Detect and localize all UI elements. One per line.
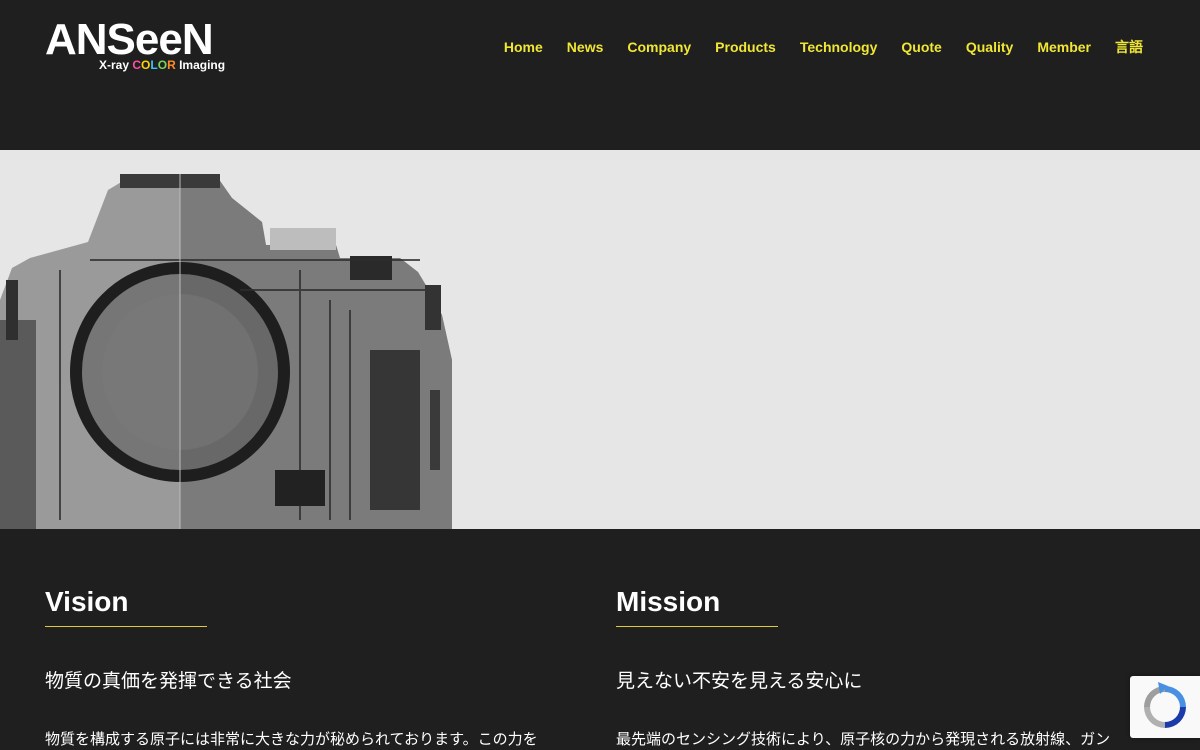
vision-subtitle: 物質の真価を発揮できる社会 xyxy=(45,670,292,692)
vision-divider xyxy=(45,626,207,627)
vision-body: 物質を構成する原子には非常に大きな力が秘められております。この力を xyxy=(45,730,538,748)
mission-body: 最先端のセンシング技術により、原子核の力から発現される放射線、ガン xyxy=(616,730,1111,748)
mission-title: Mission xyxy=(616,586,721,617)
hero-banner xyxy=(0,150,1200,529)
logo-tagline: X-ray COLOR Imaging xyxy=(99,58,226,72)
main-nav: Home News Company Products Technology Qu… xyxy=(480,38,1143,56)
recaptcha-badge[interactable] xyxy=(1130,676,1200,738)
logo-wordmark: ANSeeN xyxy=(45,15,214,64)
nav-quality[interactable]: Quality xyxy=(966,38,1013,56)
nav-technology[interactable]: Technology xyxy=(800,38,878,56)
mission-divider xyxy=(616,626,778,627)
nav-language[interactable]: 言語 xyxy=(1115,38,1143,56)
nav-quote[interactable]: Quote xyxy=(901,38,941,56)
vision-mission-section: Vision 物質の真価を発揮できる社会 物質を構成する原子には非常に大きな力が… xyxy=(0,529,1200,750)
recaptcha-icon xyxy=(1144,682,1186,728)
anseen-logo[interactable]: ANSeeN X-ray COLOR Imaging xyxy=(45,18,235,74)
nav-member[interactable]: Member xyxy=(1037,38,1091,56)
vision-title: Vision xyxy=(45,586,129,617)
site-header: ANSeeN X-ray COLOR Imaging Home News Com… xyxy=(0,0,1200,150)
mission-subtitle: 見えない不安を見える安心に xyxy=(616,670,863,692)
nav-news[interactable]: News xyxy=(567,38,604,56)
nav-products[interactable]: Products xyxy=(715,38,776,56)
xray-camera-image xyxy=(0,174,452,529)
nav-company[interactable]: Company xyxy=(627,38,691,56)
nav-home[interactable]: Home xyxy=(504,38,543,56)
